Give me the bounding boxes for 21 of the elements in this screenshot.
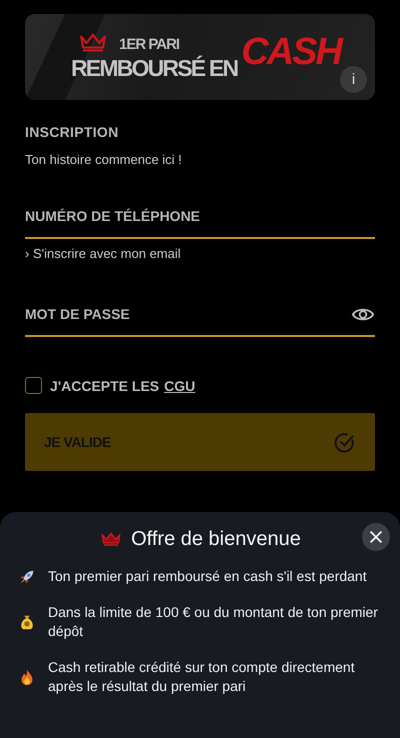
offer-text: Cash retirable crédité sur ton compte directement après le résultat du premier pari (48, 658, 356, 696)
crown-icon (79, 33, 107, 53)
close-icon (367, 528, 385, 546)
close-button[interactable] (362, 523, 390, 551)
terms-link[interactable]: CGU (164, 378, 196, 394)
section-subtitle: Ton histoire commence ici ! (25, 152, 183, 167)
password-field[interactable]: MOT DE PASSE (25, 293, 375, 337)
terms-label: J'ACCEPTE LES (50, 378, 160, 394)
email-signup-link[interactable]: › S'inscrire avec mon email (25, 246, 181, 261)
info-button[interactable]: i (340, 66, 367, 93)
check-circle-icon (333, 430, 356, 454)
section-title: INSCRIPTION (25, 124, 120, 140)
offer-text: Dans la limite de 100 € ou du montant de ton premier dépôt (48, 603, 379, 641)
phone-field[interactable]: NUMÉRO DE TÉLÉPHONE (25, 195, 375, 239)
terms-checkbox[interactable] (25, 377, 42, 394)
banner-title: REMBOURSÉ EN (71, 54, 238, 83)
crown-icon (101, 532, 122, 547)
sheet-title: Offre de bienvenue (131, 528, 301, 551)
rocket-icon (18, 568, 36, 586)
banner-subtitle: 1ER PARI (119, 37, 180, 53)
offer-text: Ton premier pari remboursé en cash s'il est perdant (48, 567, 367, 586)
